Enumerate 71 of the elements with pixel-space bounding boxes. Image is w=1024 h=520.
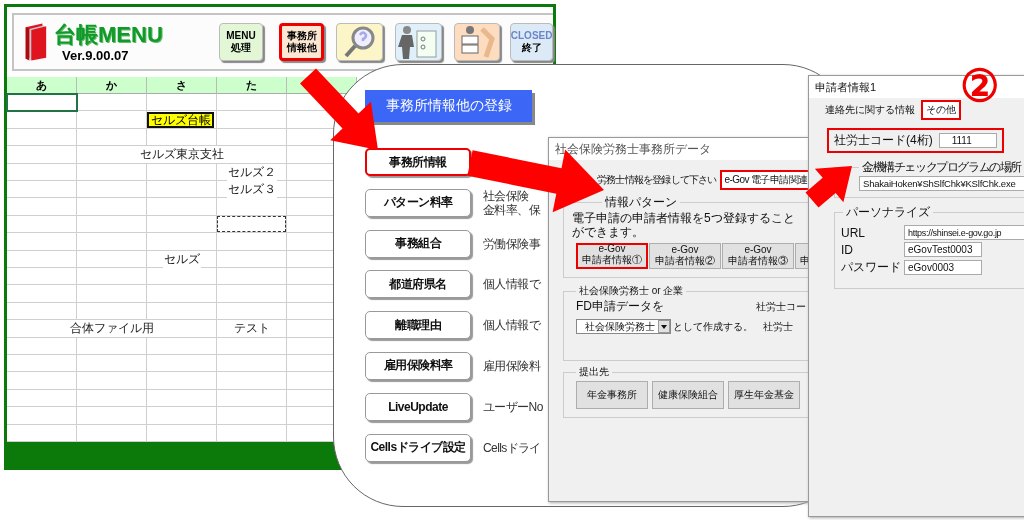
active-cell[interactable]: [6, 93, 78, 113]
menu-button[interactable]: 事務組合: [365, 229, 471, 258]
applicant-button[interactable]: e-Gov 申請者情報①: [576, 243, 648, 269]
close-button[interactable]: CLOSED 終了: [510, 23, 554, 61]
path-field[interactable]: ShakaiHoken¥ShSlfChk¥KSlfChk.exe: [859, 176, 1024, 191]
dropdown-caret-icon: [658, 320, 670, 333]
copy-marquee: [217, 215, 286, 233]
field-label: ID: [841, 242, 854, 257]
table-cell: セルズ東京支社: [139, 146, 225, 164]
dialog-tab[interactable]: e-Gov 電子申請関連: [719, 170, 810, 190]
menu-button[interactable]: 雇用保険料率: [365, 352, 471, 380]
instruction-text: 労務士情報を登録して下さい: [597, 173, 717, 187]
group-label: 金機構チェックプログラムの場所: [861, 159, 1023, 176]
magnifier-icon: [342, 26, 377, 58]
group-label: 情報パターン: [604, 194, 678, 211]
applicant-button[interactable]: e-Gov 申請者情報③: [722, 243, 794, 269]
field-label: パスワード: [841, 259, 902, 276]
description-text: 労働保険事: [483, 236, 540, 251]
description-text: 個人情報で: [483, 318, 540, 333]
pointer-arrow: [805, 166, 852, 208]
input-field[interactable]: eGov0003: [904, 260, 982, 275]
menu-button[interactable]: パターン料率: [365, 188, 471, 217]
version-label: Ver.9.00.07: [62, 47, 129, 63]
field-label: FD申請データを: [576, 298, 665, 315]
table-cell: セルズ台帳: [147, 112, 214, 128]
description-text: ユーザーNo: [483, 399, 543, 414]
maker-select[interactable]: 社会保険労務士: [576, 319, 671, 334]
column-header: た: [217, 77, 287, 94]
destination-button[interactable]: 年金事務所: [576, 381, 648, 409]
applicant-button[interactable]: e-Gov 申請者情報②: [649, 243, 721, 269]
column-header: さ: [147, 77, 217, 94]
table-cell: セルズ３: [227, 181, 277, 199]
menu-button[interactable]: 事務所情報: [365, 148, 471, 176]
dialog-tab[interactable]: 連絡先に関する情報: [821, 101, 919, 119]
description-text: 個人情報で: [483, 277, 540, 292]
field-label: 社労士: [763, 319, 793, 334]
menu-button[interactable]: Cellsドライブ設定: [365, 433, 471, 462]
toolbar-button[interactable]: [453, 23, 501, 61]
table-cell: 合体ファイル用: [69, 320, 155, 338]
panel-title: 事務所情報他の登録: [365, 90, 532, 122]
person-with-binder-icon: [398, 25, 439, 59]
group-label: 提出先: [578, 365, 610, 379]
input-field[interactable]: https://shinsei.e-gov.go.jp: [904, 225, 1024, 240]
code-field[interactable]: 1111: [938, 133, 997, 148]
toolbar-button[interactable]: [336, 23, 383, 61]
toolbar-button[interactable]: [395, 23, 442, 61]
field-label: URL: [841, 225, 866, 240]
column-header: か: [77, 77, 147, 94]
dialog-tab[interactable]: その他: [921, 100, 961, 120]
description-text: Cellsドライ: [483, 440, 541, 455]
menu-button[interactable]: LiveUpdate: [365, 392, 471, 421]
dialog-title: 社会保険労務士事務所データ: [549, 138, 810, 160]
suffix-text: として作成する。: [673, 319, 754, 334]
menu-button[interactable]: 事務所 情報他: [279, 23, 325, 61]
menu-button[interactable]: MENU 処理: [218, 23, 264, 61]
app-title: 台帳MENU: [54, 21, 163, 48]
field-label: 社労士コード(4桁): [834, 132, 933, 149]
step-number: ②: [960, 62, 999, 110]
note-text: 電子申請の申請者情報を5つ登録することができます。: [572, 211, 796, 239]
field-label: 社労士コー: [756, 299, 806, 314]
menu-button[interactable]: 離職理由: [365, 311, 471, 340]
description-text: 社会保険 金料率、保: [483, 188, 540, 217]
table-cell: セルズ２: [227, 163, 277, 181]
input-field[interactable]: eGovTest0003: [904, 242, 982, 257]
group-label: パーソナライズ: [845, 204, 931, 221]
menu-button[interactable]: 都道府県名: [365, 270, 471, 299]
destination-button[interactable]: 厚生年金基金: [728, 381, 800, 409]
group-label: 社会保険労務士 or 企業: [578, 284, 685, 298]
destination-button[interactable]: 健康保険組合: [652, 381, 724, 409]
table-cell: セルズ: [163, 250, 201, 268]
description-text: 雇用保険料: [483, 359, 540, 373]
